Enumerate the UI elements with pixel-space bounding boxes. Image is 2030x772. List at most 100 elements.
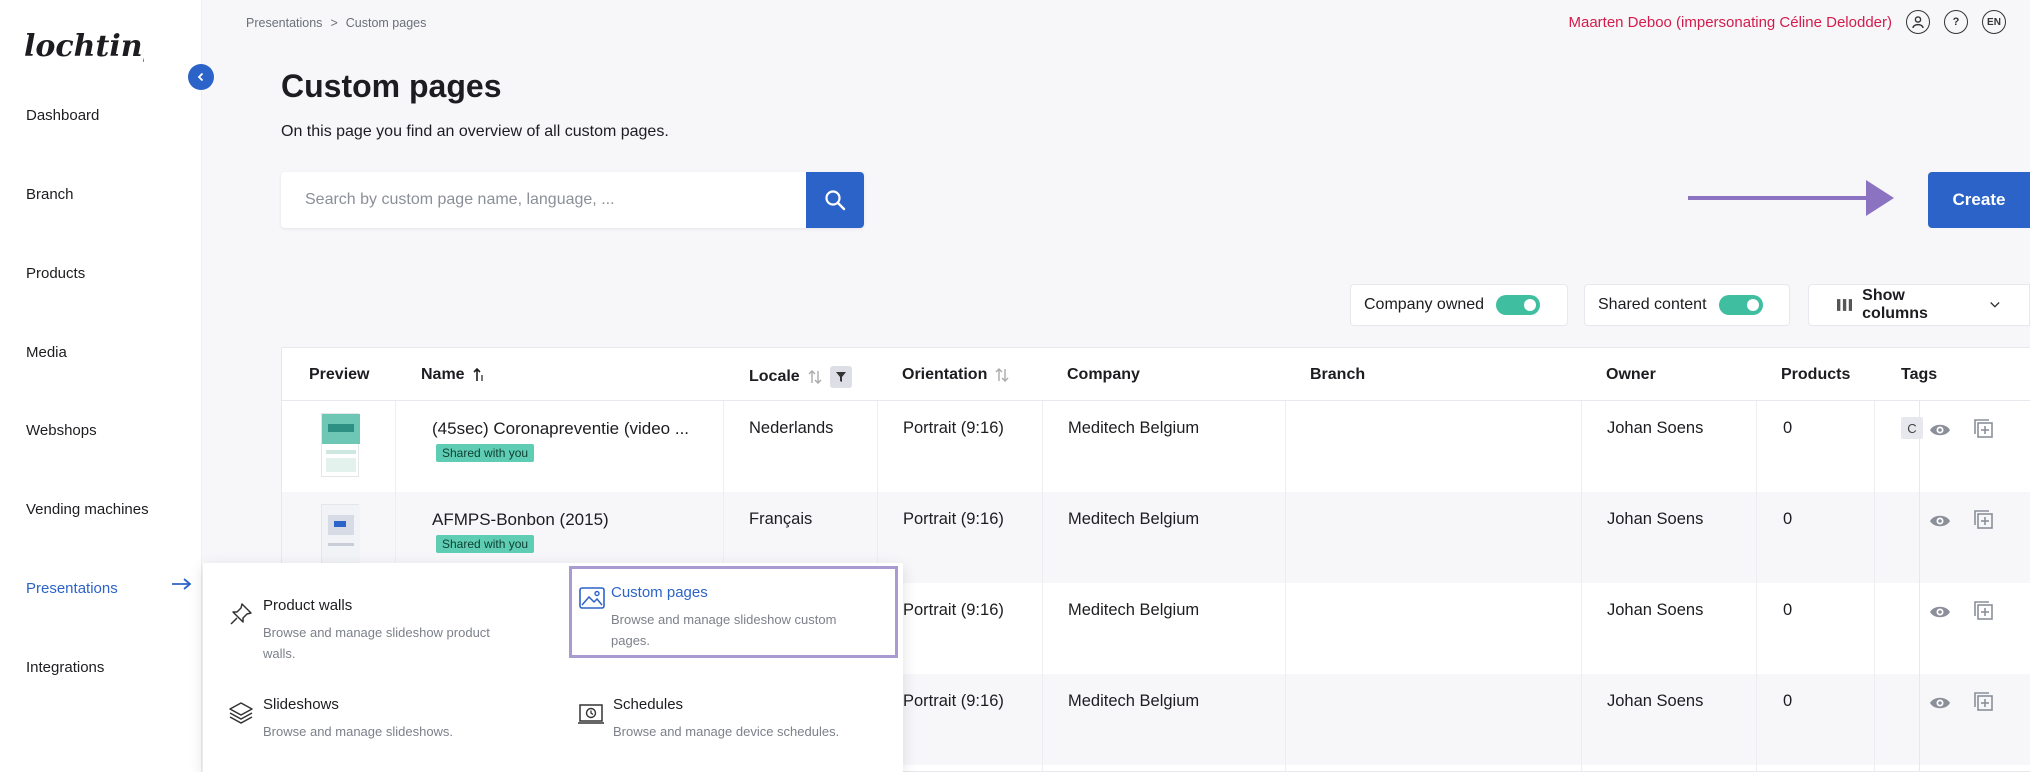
- menu-item-title: Slideshows: [263, 696, 339, 713]
- page-subtitle: On this page you find an overview of all…: [281, 123, 669, 140]
- eye-icon[interactable]: [1929, 419, 1951, 441]
- pin-icon: [230, 603, 252, 625]
- page-name[interactable]: (45sec) Coronapreventie (video ...: [432, 419, 694, 439]
- column-tags: Tags: [1901, 366, 1938, 383]
- owner-cell: Johan Soens: [1607, 419, 1704, 437]
- search-button[interactable]: [806, 172, 864, 228]
- filter-icon: [835, 372, 846, 382]
- help-icon[interactable]: ?: [1944, 10, 1968, 34]
- eye-icon[interactable]: [1929, 692, 1951, 714]
- menu-item-description: Browse and manage slideshows.: [263, 724, 454, 739]
- column-divider: [1581, 401, 1582, 771]
- presentations-menu: Product walls Browse and manage slidesho…: [203, 563, 903, 772]
- company-cell: Meditech Belgium: [1068, 419, 1200, 437]
- sort-icon[interactable]: [808, 369, 822, 385]
- table-header: Preview Name Locale Orientation Company …: [282, 348, 2030, 401]
- shared-badge: Shared with you: [436, 535, 535, 553]
- preview-thumbnail[interactable]: [321, 504, 360, 569]
- breadcrumb: Presentations > Custom pages: [246, 16, 426, 30]
- products-cell: 0: [1783, 419, 1793, 437]
- user-area: Maarten Deboo (impersonating Céline Delo…: [1568, 10, 2006, 34]
- duplicate-icon[interactable]: [1973, 600, 1995, 622]
- menu-item-title: Schedules: [613, 696, 684, 713]
- column-company: Company: [1067, 366, 1140, 383]
- shared-content-filter[interactable]: Shared content: [1584, 284, 1790, 326]
- shared-badge: Shared with you: [436, 444, 535, 462]
- eye-icon[interactable]: [1929, 510, 1951, 532]
- sidebar-item-integrations[interactable]: Integrations: [26, 659, 104, 676]
- orientation-cell: Portrait (9:16): [903, 510, 1004, 528]
- layers-icon: [229, 702, 253, 724]
- preview-image: [322, 505, 360, 569]
- columns-icon: [1837, 299, 1853, 311]
- breadcrumb-presentations[interactable]: Presentations: [246, 16, 322, 30]
- menu-item-description: Browse and manage slideshow product wall…: [263, 625, 490, 661]
- name-cell[interactable]: (45sec) Coronapreventie (video ... Share…: [422, 411, 698, 463]
- show-columns-label: Show columns: [1862, 287, 1928, 322]
- sidebar-item-vending-machines[interactable]: Vending machines: [26, 501, 149, 518]
- duplicate-icon[interactable]: [1973, 691, 1995, 713]
- lochting-logo[interactable]: lochting: [24, 28, 144, 68]
- duplicate-icon[interactable]: [1973, 509, 1995, 531]
- row-actions-column: [1919, 401, 2030, 771]
- name-cell[interactable]: AFMPS-Bonbon (2015) Shared with you: [422, 502, 698, 554]
- menu-item-description: Browse and manage device schedules.: [613, 724, 840, 739]
- products-cell: 0: [1783, 601, 1793, 619]
- person-icon: [1912, 16, 1924, 29]
- owner-cell: Johan Soens: [1607, 601, 1704, 619]
- image-icon: [579, 587, 605, 609]
- locale-cell: Nederlands: [749, 419, 834, 437]
- company-owned-toggle[interactable]: [1496, 295, 1541, 315]
- column-divider: [1285, 401, 1286, 771]
- column-divider: [1756, 401, 1757, 771]
- company-owned-filter[interactable]: Company owned: [1350, 284, 1568, 326]
- sidebar-item-media[interactable]: Media: [26, 344, 67, 361]
- shared-content-label: Shared content: [1598, 296, 1707, 313]
- column-divider: [1874, 401, 1875, 771]
- sidebar-collapse-button[interactable]: [188, 64, 214, 90]
- menu-item-schedules[interactable]: Schedules Browse and manage device sched…: [553, 678, 875, 770]
- create-button[interactable]: Create: [1928, 172, 2030, 228]
- schedule-icon: [578, 704, 604, 724]
- user-icon[interactable]: [1906, 10, 1930, 34]
- menu-item-custom-pages[interactable]: Custom pages Browse and manage slideshow…: [569, 566, 898, 658]
- sidebar-item-branch[interactable]: Branch: [26, 186, 74, 203]
- preview-image: [322, 414, 360, 472]
- guide-arrow: [1688, 180, 1894, 216]
- orientation-cell: Portrait (9:16): [903, 419, 1004, 437]
- user-name[interactable]: Maarten Deboo (impersonating Céline Delo…: [1568, 14, 1892, 31]
- column-name[interactable]: Name: [421, 366, 485, 384]
- shared-content-toggle[interactable]: [1718, 295, 1763, 315]
- company-cell: Meditech Belgium: [1068, 510, 1200, 528]
- page-name[interactable]: AFMPS-Bonbon (2015): [432, 510, 694, 530]
- sort-icon[interactable]: [995, 367, 1009, 383]
- column-orientation[interactable]: Orientation: [902, 366, 1009, 384]
- duplicate-icon[interactable]: [1973, 418, 1995, 440]
- search-input[interactable]: [281, 172, 806, 228]
- logo-text: lochting: [24, 29, 144, 64]
- sidebar-item-webshops[interactable]: Webshops: [26, 422, 97, 439]
- sidebar-item-presentations[interactable]: Presentations: [26, 580, 118, 597]
- products-cell: 0: [1783, 510, 1793, 528]
- page-title: Custom pages: [281, 68, 502, 104]
- menu-item-title: Custom pages: [611, 584, 708, 601]
- breadcrumb-separator: >: [330, 16, 338, 30]
- search-bar: [281, 172, 864, 228]
- column-divider: [1042, 401, 1043, 771]
- menu-item-slideshows[interactable]: Slideshows Browse and manage slideshows.: [203, 678, 525, 770]
- column-preview: Preview: [309, 366, 370, 383]
- menu-item-title: Product walls: [263, 597, 353, 614]
- sort-asc-icon[interactable]: [473, 367, 485, 383]
- chevron-left-icon: [197, 72, 204, 82]
- show-columns-button[interactable]: Show columns: [1808, 284, 2030, 326]
- owner-cell: Johan Soens: [1607, 692, 1704, 710]
- menu-item-product-walls[interactable]: Product walls Browse and manage slidesho…: [203, 579, 525, 671]
- table-row[interactable]: (45sec) Coronapreventie (video ... Share…: [282, 401, 2030, 492]
- language-switcher[interactable]: EN: [1982, 10, 2006, 34]
- filter-button[interactable]: [829, 366, 852, 388]
- sidebar-item-products[interactable]: Products: [26, 265, 85, 282]
- eye-icon[interactable]: [1929, 601, 1951, 623]
- preview-thumbnail[interactable]: [321, 413, 360, 477]
- sidebar-item-dashboard[interactable]: Dashboard: [26, 107, 99, 124]
- column-locale[interactable]: Locale: [749, 366, 852, 388]
